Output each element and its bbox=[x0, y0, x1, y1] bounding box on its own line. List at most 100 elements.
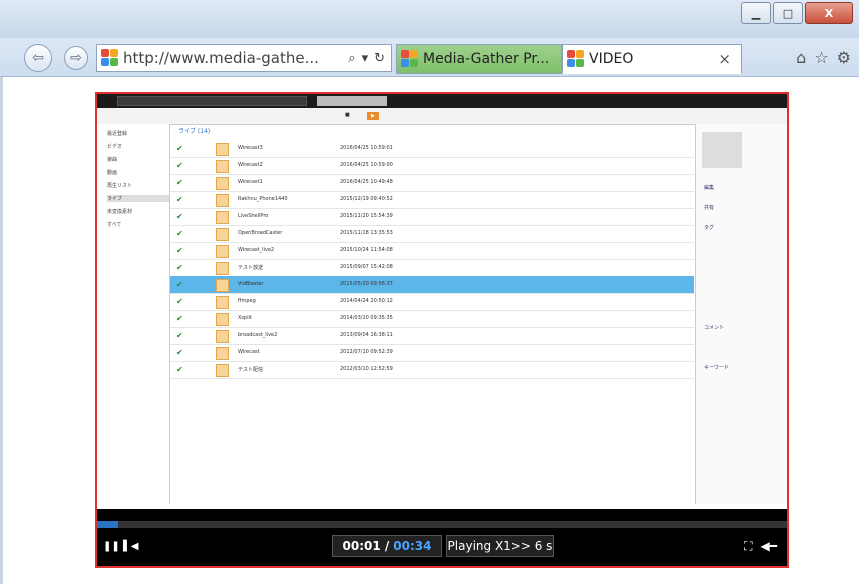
captured-table-row: ✔ Wirecast3 2016/04/25 10:59:01 bbox=[170, 140, 694, 158]
check-icon: ✔ bbox=[176, 297, 183, 306]
captured-detail-panel: 編集 共有 タグ コメント キーワード bbox=[695, 124, 787, 504]
tab-favicon-icon bbox=[401, 50, 419, 68]
search-icon[interactable]: ⌕ bbox=[348, 51, 355, 66]
captured-detail-item: 共有 bbox=[704, 205, 715, 211]
captured-tab bbox=[317, 96, 387, 106]
row-date: 2016/04/25 10:49:48 bbox=[340, 179, 393, 185]
row-name: Wirecast3 bbox=[238, 145, 263, 151]
star-icon[interactable]: ☆ bbox=[814, 48, 828, 67]
check-icon: ✔ bbox=[176, 314, 183, 323]
captured-nav-item: ■ bbox=[345, 112, 350, 118]
skip-back-icon[interactable]: ▌◀ bbox=[123, 541, 138, 552]
captured-section-title: ライブ (14) bbox=[178, 128, 211, 135]
live-icon bbox=[216, 347, 229, 360]
captured-address-bar bbox=[117, 96, 307, 106]
live-icon bbox=[216, 143, 229, 156]
captured-nav-active: ▶ bbox=[367, 112, 379, 120]
row-name: Wirecast bbox=[238, 349, 260, 355]
close-window-button[interactable]: X bbox=[805, 2, 853, 24]
address-tools: ⌕ ▾ ↻ bbox=[348, 51, 391, 66]
row-date: 2014/03/10 09:35:35 bbox=[340, 315, 393, 321]
live-icon bbox=[216, 262, 229, 275]
live-icon bbox=[216, 364, 229, 377]
captured-table-row: ✔ テスト放送 2015/09/07 15:42:08 bbox=[170, 259, 694, 277]
time-display: 00:01 / 00:34 bbox=[332, 535, 442, 557]
check-icon: ✔ bbox=[176, 161, 183, 170]
refresh-icon[interactable]: ↻ bbox=[374, 51, 385, 66]
tab-video[interactable]: VIDEO × bbox=[562, 44, 742, 74]
home-icon[interactable]: ⌂ bbox=[796, 48, 806, 67]
captured-table-row: ✔ broadcast_live2 2013/09/04 16:38:11 bbox=[170, 327, 694, 345]
row-name: Wirecast2 bbox=[238, 162, 263, 168]
maximize-button[interactable]: □ bbox=[773, 2, 803, 24]
browser-toolbar: ⇦ ⇨ http://www.media-gathe... ⌕ ▾ ↻ Medi… bbox=[0, 38, 859, 77]
row-date: 2015/10/24 11:54:08 bbox=[340, 247, 393, 253]
captured-list: ライブ (14) ✔ Wirecast3 2016/04/25 10:59:01 ✔ W… bbox=[170, 124, 694, 504]
captured-table-row: ✔ Wirecast1 2016/04/25 10:49:48 bbox=[170, 174, 694, 192]
live-icon bbox=[216, 296, 229, 309]
captured-table-row: ✔ LiveShellPro 2015/11/20 15:54:39 bbox=[170, 208, 694, 226]
live-icon bbox=[216, 245, 229, 258]
row-date: 2015/11/18 13:35:53 bbox=[340, 230, 393, 236]
live-icon bbox=[216, 177, 229, 190]
captured-detail-item: キーワード bbox=[704, 365, 730, 371]
row-name: テスト配信 bbox=[238, 367, 264, 373]
seek-bar-fill bbox=[97, 521, 118, 528]
row-name: テスト放送 bbox=[238, 265, 264, 271]
window-edge bbox=[0, 77, 3, 584]
forward-button[interactable]: ⇨ bbox=[64, 46, 88, 70]
captured-table-row: ✔ テスト配信 2012/03/10 12:52:59 bbox=[170, 361, 694, 379]
tab-media-gather[interactable]: Media-Gather Pr... bbox=[396, 44, 562, 74]
captured-detail-item: 編集 bbox=[704, 185, 715, 191]
captured-sidebar-item: 最近登録 bbox=[107, 131, 128, 137]
player-right-controls: ⛶ ◀━ bbox=[744, 539, 777, 554]
live-icon bbox=[216, 313, 229, 326]
row-date: 2015/11/20 15:54:39 bbox=[340, 213, 393, 219]
window-controls: ▁ □ X bbox=[739, 2, 853, 24]
check-icon: ✔ bbox=[176, 280, 183, 289]
live-icon bbox=[216, 211, 229, 224]
back-button[interactable]: ⇦ bbox=[24, 44, 52, 72]
video-capture-frame: ■ ▶ 最近登録 ビデオ 楽曲 動画 再生リスト ライブ 未変換素材 すべて ラ… bbox=[95, 92, 789, 568]
volume-icon[interactable]: ◀━ bbox=[761, 539, 777, 554]
tab-close-icon[interactable]: × bbox=[718, 50, 731, 68]
captured-sidebar-item: すべて bbox=[107, 222, 122, 228]
captured-sidebar-item: ライブ bbox=[107, 195, 169, 202]
row-name: Xsplit bbox=[238, 315, 252, 321]
live-icon bbox=[216, 228, 229, 241]
row-date: 2013/09/04 16:38:11 bbox=[340, 332, 393, 338]
captured-sidebar-item: 楽曲 bbox=[107, 157, 118, 163]
pause-icon[interactable]: ❚❚ bbox=[103, 541, 120, 552]
captured-sidebar-item: 未変換素材 bbox=[107, 209, 133, 215]
row-date: 2014/04/24 20:50:12 bbox=[340, 298, 393, 304]
fullscreen-icon[interactable]: ⛶ bbox=[744, 539, 752, 554]
captured-app-nav: ■ ▶ bbox=[97, 108, 787, 125]
check-icon: ✔ bbox=[176, 365, 183, 374]
row-date: 2015/12/19 09:40:52 bbox=[340, 196, 393, 202]
captured-table-row: ✔ Xsplit 2014/03/10 09:35:35 bbox=[170, 310, 694, 328]
current-time: 00:01 / bbox=[342, 539, 390, 553]
tab-favicon-icon bbox=[567, 50, 585, 68]
url-text[interactable]: http://www.media-gathe... bbox=[123, 49, 319, 67]
check-icon: ✔ bbox=[176, 178, 183, 187]
captured-thumbnail bbox=[702, 132, 742, 168]
check-icon: ✔ bbox=[176, 144, 183, 153]
address-bar[interactable]: http://www.media-gathe... ⌕ ▾ ↻ bbox=[96, 44, 392, 72]
gear-icon[interactable]: ⚙ bbox=[837, 48, 851, 67]
row-name: broadcast_live2 bbox=[238, 332, 278, 338]
minimize-button[interactable]: ▁ bbox=[741, 2, 771, 24]
seek-bar[interactable] bbox=[97, 521, 787, 528]
captured-table-row: ✔ Wirecast2 2016/04/25 10:59:00 bbox=[170, 157, 694, 175]
row-date: 2016/04/25 10:59:00 bbox=[340, 162, 393, 168]
row-name: LiveShellPro bbox=[238, 213, 269, 219]
row-name: Rakhnu_Phone1440 bbox=[238, 196, 288, 202]
captured-table-row: ✔ VidBlaster 2015/05/20 09:56:37 bbox=[170, 276, 694, 294]
check-icon: ✔ bbox=[176, 246, 183, 255]
live-icon bbox=[216, 279, 229, 292]
dropdown-icon[interactable]: ▾ bbox=[362, 51, 369, 66]
captured-sidebar-item: ビデオ bbox=[107, 144, 123, 150]
row-name: ffmpeg bbox=[238, 298, 256, 304]
tab-label: VIDEO bbox=[589, 51, 634, 67]
captured-sidebar-item: 動画 bbox=[107, 170, 118, 176]
check-icon: ✔ bbox=[176, 212, 183, 221]
